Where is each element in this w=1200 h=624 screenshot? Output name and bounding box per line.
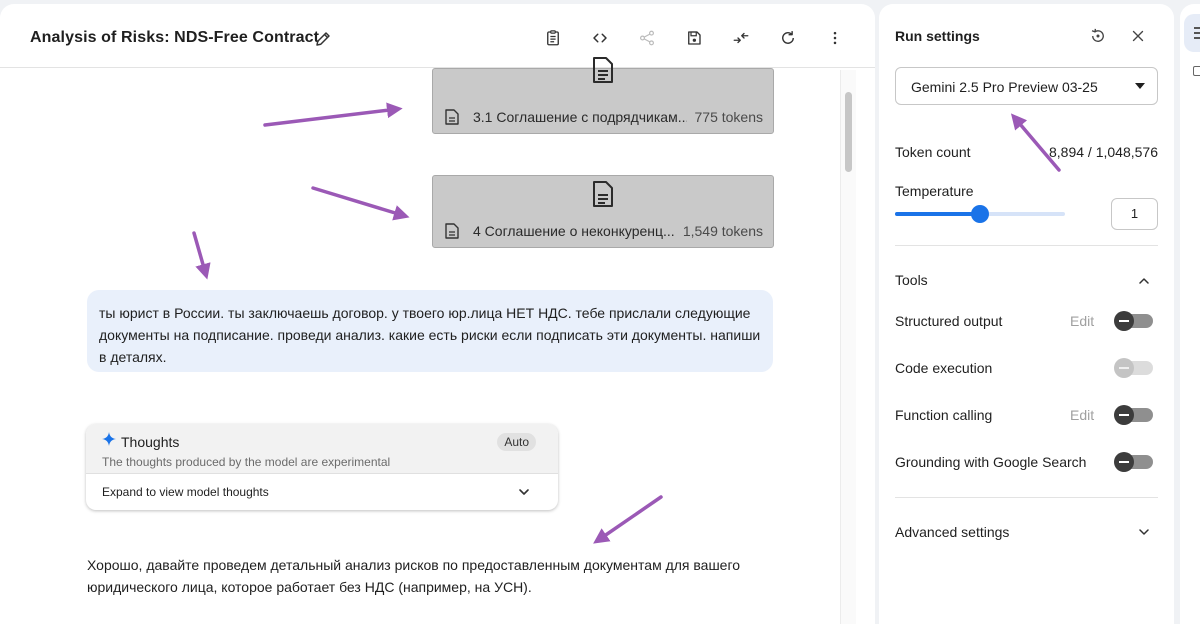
edit-pencil-icon[interactable]	[314, 30, 332, 48]
structured-output-edit-link[interactable]: Edit	[1070, 313, 1094, 329]
model-select[interactable]: Gemini 2.5 Pro Preview 03-25	[895, 67, 1158, 105]
divider	[895, 497, 1158, 498]
model-select-value: Gemini 2.5 Pro Preview 03-25	[911, 79, 1098, 95]
compare-icon[interactable]	[731, 28, 751, 48]
attachment-row: 3.1 Соглашение с подрядчикам... 775 toke…	[445, 109, 763, 125]
document-icon	[593, 181, 613, 207]
response-line: юридического лица, которое работает без …	[87, 579, 532, 595]
thoughts-panel: Thoughts Auto The thoughts produced by t…	[86, 424, 558, 510]
run-settings-panel: Run settings Gemini 2.5 Pro Preview 03-2…	[879, 4, 1174, 624]
user-message: ты юрист в России. ты заключаешь договор…	[87, 290, 773, 372]
divider	[895, 245, 1158, 246]
share-icon[interactable]	[637, 28, 657, 48]
document-icon	[593, 57, 613, 83]
attachment-card[interactable]: 4 Соглашение о неконкуренц... 1,549 toke…	[432, 175, 774, 248]
close-icon[interactable]	[1129, 27, 1147, 45]
auto-badge: Auto	[497, 433, 536, 451]
tool-label-structured-output: Structured output	[895, 313, 1003, 329]
attachment-name: 4 Соглашение о неконкуренц...	[473, 223, 675, 239]
function-calling-toggle[interactable]	[1114, 405, 1153, 425]
expand-thoughts-button[interactable]: Expand to view model thoughts	[102, 485, 269, 499]
chat-scrollbar-thumb[interactable]	[845, 92, 852, 172]
thoughts-title: Thoughts	[121, 434, 180, 450]
tool-label-function-calling: Function calling	[895, 407, 993, 423]
more-vert-icon[interactable]	[825, 28, 845, 48]
file-icon	[445, 223, 459, 239]
code-execution-toggle[interactable]	[1114, 358, 1153, 378]
temperature-input[interactable]: 1	[1111, 198, 1158, 230]
user-message-line: документы на подписание. проведи анализ.…	[99, 327, 761, 343]
temperature-slider[interactable]	[895, 205, 1065, 223]
thoughts-header: Thoughts Auto The thoughts produced by t…	[86, 424, 558, 474]
clipboard-icon[interactable]	[543, 28, 563, 48]
token-count-label: Token count	[895, 144, 971, 160]
model-response: Хорошо, давайте проведем детальный анали…	[87, 554, 767, 598]
side-rail	[1180, 4, 1200, 624]
chevron-up-icon[interactable]	[1138, 275, 1150, 287]
user-message-line: ты юрист в России. ты заключаешь договор…	[99, 305, 751, 321]
file-icon	[445, 109, 459, 125]
code-icon[interactable]	[590, 28, 610, 48]
temperature-label: Temperature	[895, 183, 974, 199]
temperature-slider-thumb[interactable]	[971, 205, 989, 223]
attachment-name: 3.1 Соглашение с подрядчикам...	[473, 109, 687, 125]
settings-toggle-button[interactable]	[1184, 14, 1200, 52]
chevron-down-icon[interactable]	[518, 486, 530, 498]
page-title: Analysis of Risks: NDS-Free Contract	[30, 29, 320, 46]
panel-icon[interactable]	[1193, 66, 1200, 76]
sparkle-icon	[102, 432, 116, 446]
chat-header: Analysis of Risks: NDS-Free Contract	[0, 4, 875, 68]
grounding-toggle[interactable]	[1114, 452, 1153, 472]
function-calling-edit-link[interactable]: Edit	[1070, 407, 1094, 423]
chevron-down-icon[interactable]	[1138, 526, 1150, 538]
tool-label-grounding: Grounding with Google Search	[895, 454, 1087, 470]
response-line: Хорошо, давайте проведем детальный анали…	[87, 557, 741, 573]
advanced-settings-label[interactable]: Advanced settings	[895, 524, 1009, 540]
reset-settings-icon[interactable]	[1089, 27, 1107, 45]
token-count-value: 8,894 / 1,048,576	[1049, 144, 1158, 160]
attachment-tokens: 1,549 tokens	[682, 223, 763, 239]
run-settings-title: Run settings	[895, 28, 980, 44]
dropdown-caret-icon	[1135, 83, 1145, 89]
attachment-row: 4 Соглашение о неконкуренц... 1,549 toke…	[445, 223, 763, 239]
temperature-slider-fill	[895, 212, 980, 216]
structured-output-toggle[interactable]	[1114, 311, 1153, 331]
attachment-tokens: 775 tokens	[694, 109, 764, 125]
attachment-card[interactable]: 3.1 Соглашение с подрядчикам... 775 toke…	[432, 57, 774, 134]
tools-label: Tools	[895, 272, 928, 288]
user-message-line: в деталях.	[99, 349, 167, 365]
refresh-icon[interactable]	[778, 28, 798, 48]
thoughts-subtitle: The thoughts produced by the model are e…	[102, 455, 391, 469]
tool-label-code-execution: Code execution	[895, 360, 993, 376]
save-icon[interactable]	[684, 28, 704, 48]
menu-icon	[1194, 27, 1200, 39]
